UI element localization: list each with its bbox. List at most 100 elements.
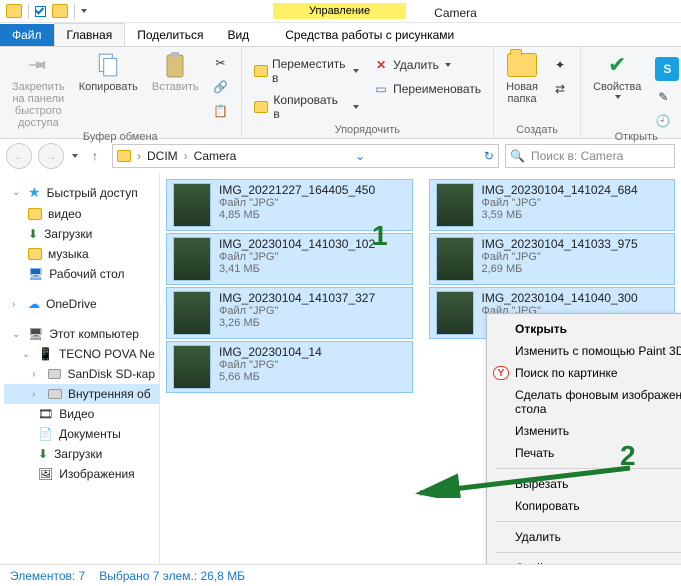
tree-item[interactable]: видео [4,204,159,224]
tree-item[interactable]: 🖥 Рабочий стол [4,264,159,284]
checkbox-icon[interactable] [35,6,46,17]
move-to-label: Переместить в [272,57,347,85]
tab-view[interactable]: Вид [215,24,261,46]
ctx-paint3d[interactable]: Изменить с помощью Paint 3D [487,340,681,362]
file-type: Файл "JPG" [219,197,375,209]
ctx-label: Печать [515,446,554,460]
tree-item[interactable]: ⌄📱TECNO POVA Ne [4,344,159,364]
file-type: Файл "JPG" [219,305,375,317]
tree-quick-access[interactable]: ⌄★Быстрый доступ [4,181,159,204]
tree-label: SanDisk SD-кар [67,367,155,381]
navigation-bar: ← → ↑ › DCIM › Camera ⌄ ↻ 🔍 Поиск в: Cam… [0,139,681,173]
phone-icon: 📱 [38,347,53,361]
ctx-set-wallpaper[interactable]: Сделать фоновым изображением рабочего ст… [487,384,681,420]
move-to-button[interactable]: Переместить в [250,55,364,87]
properties-label: Свойства [593,81,641,93]
file-item[interactable]: IMG_20230104_141024_684Файл "JPG"3,59 МБ [429,179,676,231]
desktop-icon: 🖥 [28,267,43,281]
file-name: IMG_20230104_141024_684 [482,183,638,197]
title-bar: Управление Camera [0,0,681,23]
tree-label: Быстрый доступ [47,186,138,200]
tree-item[interactable]: ›SanDisk SD-кар [4,364,159,384]
copy-button[interactable]: Копировать [75,49,142,95]
properties-button[interactable]: ✔ Свойства [589,49,645,101]
up-button[interactable]: ↑ [84,145,106,167]
edit-small-button[interactable]: ✎ [651,87,681,107]
chevron-down-icon [445,63,451,67]
folder-icon[interactable] [6,4,22,18]
tab-home[interactable]: Главная [54,23,126,46]
tree-label: TECNO POVA Ne [59,347,155,361]
folder-icon[interactable] [52,4,68,18]
cut-small-button[interactable]: ✂ [209,53,233,73]
quick-access-toolbar [0,3,93,19]
tree-label: Видео [59,407,94,421]
status-selection: Выбрано 7 элем.: 26,8 МБ [99,569,245,583]
ctx-copy[interactable]: Копировать [487,495,681,517]
tree-item[interactable]: 📄Документы [4,424,159,444]
pin-icon [21,48,55,82]
tab-share[interactable]: Поделиться [125,24,215,46]
back-button[interactable]: ← [6,143,32,169]
new-folder-button[interactable]: Новая папка [502,49,542,107]
file-item[interactable]: IMG_20230104_141033_975Файл "JPG"2,69 МБ [429,233,676,285]
ctx-properties[interactable]: Свойства [487,557,681,564]
yandex-icon: Y [493,366,509,380]
context-menu: Открыть Изменить с помощью Paint 3D YПои… [486,313,681,564]
group-title-open: Открыть [615,131,658,145]
breadcrumb[interactable]: Camera [194,149,237,163]
ctx-print[interactable]: Печать [487,442,681,464]
ctx-label: Изменить [515,424,569,438]
pin-to-quick-access-button[interactable]: Закрепить на панели быстрого доступа [8,49,69,131]
paste-button[interactable]: Вставить [148,49,203,95]
file-name: IMG_20221227_164405_450 [219,183,375,197]
file-item[interactable]: IMG_20230104_141037_327Файл "JPG"3,26 МБ [166,287,413,339]
tree-label: Рабочий стол [49,267,124,281]
chevron-down-icon [615,95,621,99]
ctx-edit[interactable]: Изменить [487,420,681,442]
search-box[interactable]: 🔍 Поиск в: Camera [505,144,675,168]
group-title-organize: Упорядочить [335,124,400,138]
ctx-delete[interactable]: Удалить [487,526,681,548]
address-dropdown-icon[interactable]: ⌄ [355,149,365,163]
new-item-button[interactable]: ✦ [548,55,572,75]
forward-button[interactable]: → [38,143,64,169]
tab-picture-tools[interactable]: Средства работы с рисунками [273,24,466,46]
pictures-icon: 🖼 [38,467,53,481]
tree-item[interactable]: ⬇Загрузки [4,224,159,244]
copy-to-button[interactable]: Копировать в [250,91,364,123]
tree-item[interactable]: 🖼Изображения [4,464,159,484]
history-small-button[interactable]: 🕘 [651,111,681,131]
address-bar[interactable]: › DCIM › Camera ⌄ ↻ [112,144,499,168]
breadcrumb[interactable]: DCIM [147,149,178,163]
tree-item[interactable]: ⬇Загрузки [4,444,159,464]
tree-item-selected[interactable]: ›Внутренняя об [4,384,159,404]
rename-button[interactable]: ▭Переименовать [369,79,485,99]
file-type: Файл "JPG" [219,251,375,263]
ctx-yandex-search[interactable]: YПоиск по картинке [487,362,681,384]
qat-dropdown-icon[interactable] [81,9,87,13]
contextual-tab-label: Управление [273,3,406,19]
tree-this-pc[interactable]: ⌄🖥Этот компьютер [4,324,159,344]
delete-button[interactable]: ✕Удалить [369,55,485,75]
history-icon: 🕘 [655,113,671,129]
folder-copy-icon [254,99,270,115]
open-small-button[interactable]: S [651,55,681,83]
ctx-cut[interactable]: Вырезать [487,473,681,495]
annotation-2: 2 [620,440,636,472]
copy-path-small-button[interactable]: 🔗 [209,77,233,97]
tree-onedrive[interactable]: ›☁OneDrive [4,294,159,314]
folder-icon [28,248,42,260]
easy-access-button[interactable]: ⇄ [548,79,572,99]
file-item[interactable]: IMG_20230104_14Файл "JPG"5,66 МБ [166,341,413,393]
ctx-open[interactable]: Открыть [487,318,681,340]
tree-item[interactable]: музыка [4,244,159,264]
history-dropdown-icon[interactable] [72,154,78,158]
downloads-icon: ⬇ [38,447,48,461]
tab-file[interactable]: Файл [0,24,54,46]
edit-icon: ✎ [655,89,671,105]
ribbon-group-new: Новая папка ✦ ⇄ Создать [494,47,581,138]
tree-item[interactable]: 🎞Видео [4,404,159,424]
paste-shortcut-small-button[interactable]: 📋 [209,101,233,121]
refresh-icon[interactable]: ↻ [484,149,494,163]
